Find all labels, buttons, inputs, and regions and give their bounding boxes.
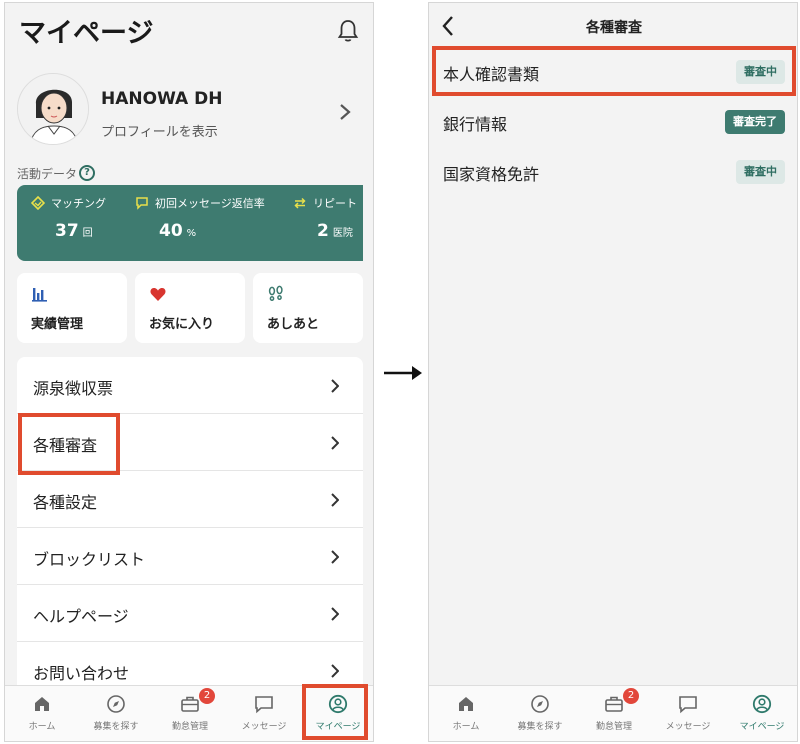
menu-item-label: ブロックリスト — [33, 550, 146, 569]
settings-menu: 源泉徴収票 各種審査 各種設定 ブロックリスト ヘルプページ お問い合わせ — [17, 357, 363, 699]
chevron-right-icon — [331, 664, 339, 678]
profile-name: HANOWA DH — [101, 89, 223, 109]
review-item-label: 銀行情報 — [443, 115, 508, 134]
menu-item-label: 各種設定 — [33, 493, 98, 512]
review-item-license[interactable]: 国家資格免許 審査中 — [429, 147, 797, 197]
handshake-icon — [31, 196, 45, 210]
briefcase-icon — [181, 696, 199, 712]
profile-row[interactable]: HANOWA DH プロフィールを表示 — [17, 73, 367, 157]
tab-search-jobs[interactable]: 募集を探す — [503, 686, 577, 741]
tab-label: ホーム — [452, 722, 480, 732]
avatar-illustration-icon — [18, 74, 88, 144]
stat-label: マッチング — [51, 197, 106, 210]
tab-messages[interactable]: メッセージ — [227, 686, 301, 741]
footprints-icon — [268, 285, 283, 302]
tab-search-jobs[interactable]: 募集を探す — [79, 686, 153, 741]
stat-value: 2 — [317, 221, 329, 241]
tab-home[interactable]: ホーム — [429, 686, 503, 741]
menu-item-label: お問い合わせ — [33, 664, 130, 683]
highlight-box-reviews — [18, 413, 120, 475]
review-item-bank[interactable]: 銀行情報 審査完了 — [429, 97, 797, 147]
review-item-label: 国家資格免許 — [443, 165, 540, 184]
chevron-right-icon — [340, 104, 351, 120]
heart-icon — [150, 288, 166, 301]
stat-label: リピート — [313, 197, 357, 210]
briefcase-icon — [605, 696, 623, 712]
menu-item-settings[interactable]: 各種設定 — [17, 471, 363, 528]
menu-item-withholding[interactable]: 源泉徴収票 — [17, 357, 363, 414]
card-label: お気に入り — [149, 317, 215, 332]
tab-label: マイページ — [739, 722, 785, 732]
mypage-screen: マイページ HANOWA DH プロフィールを表示 活動データ ? マッチング … — [4, 2, 374, 742]
message-reply-icon — [136, 197, 148, 210]
reviews-screen: 各種審査 本人確認書類 審査中 銀行情報 審査完了 国家資格免許 審査中 ホーム… — [428, 2, 798, 742]
stat-unit: 回 — [82, 228, 93, 239]
notification-badge: 2 — [623, 688, 639, 704]
stat-value: 37 — [55, 221, 79, 241]
activity-stats-panel[interactable]: マッチング 37 回 初回メッセージ返信率 40% リピート 2 医院 — [17, 185, 363, 261]
card-footprints[interactable]: あしあと — [253, 273, 363, 343]
bell-icon[interactable] — [337, 19, 359, 43]
chevron-right-icon — [331, 607, 339, 621]
tab-attendance[interactable]: 2 勤怠管理 — [577, 686, 651, 741]
stat-label: 初回メッセージ返信率 — [155, 197, 265, 210]
page-title: マイページ — [19, 18, 154, 49]
status-badge: 審査中 — [736, 160, 785, 184]
repeat-icon — [294, 197, 306, 209]
help-icon[interactable]: ? — [79, 165, 95, 181]
highlight-box-mypage-tab — [302, 684, 368, 740]
stat-reply-rate: 初回メッセージ返信率 40% — [135, 195, 265, 241]
chevron-right-icon — [331, 550, 339, 564]
tab-label: 募集を探す — [93, 722, 139, 732]
compass-icon — [107, 695, 125, 713]
card-label: あしあと — [267, 317, 320, 332]
tab-label: 勤怠管理 — [595, 722, 632, 732]
card-label: 実績管理 — [31, 317, 84, 332]
message-icon — [679, 696, 697, 714]
tab-messages[interactable]: メッセージ — [651, 686, 725, 741]
mypage-header: マイページ — [5, 3, 373, 55]
tab-label: メッセージ — [241, 722, 287, 732]
tab-home[interactable]: ホーム — [5, 686, 79, 741]
compass-icon — [531, 695, 549, 713]
home-icon — [35, 697, 49, 711]
bar-chart-icon — [32, 288, 47, 302]
profile-link[interactable]: プロフィールを表示 — [101, 121, 218, 140]
menu-item-label: 源泉徴収票 — [33, 379, 114, 398]
stat-unit: 医院 — [332, 228, 353, 239]
chevron-right-icon — [331, 379, 339, 393]
card-performance[interactable]: 実績管理 — [17, 273, 127, 343]
stat-value: 40 — [159, 221, 183, 241]
shortcut-cards: 実績管理 お気に入り あしあと — [17, 273, 367, 343]
card-favorites[interactable]: お気に入り — [135, 273, 245, 343]
chevron-right-icon — [331, 436, 339, 450]
page-title: 各種審査 — [586, 20, 642, 36]
notification-badge: 2 — [199, 688, 215, 704]
screenshot-canvas: マイページ HANOWA DH プロフィールを表示 活動データ ? マッチング … — [0, 0, 800, 744]
tab-label: 勤怠管理 — [171, 722, 208, 732]
avatar — [17, 73, 89, 145]
reviews-header: 各種審査 — [429, 3, 797, 47]
activity-label: 活動データ — [17, 167, 78, 181]
arrow-right-icon — [384, 366, 422, 380]
stat-matching: マッチング 37 回 — [31, 195, 106, 241]
menu-item-help[interactable]: ヘルプページ — [17, 585, 363, 642]
tab-attendance[interactable]: 2 勤怠管理 — [153, 686, 227, 741]
menu-item-label: ヘルプページ — [33, 607, 129, 626]
chevron-right-icon — [331, 493, 339, 507]
user-circle-icon — [752, 694, 772, 714]
status-badge: 審査完了 — [725, 110, 785, 134]
tab-mypage[interactable]: マイページ — [725, 686, 797, 741]
highlight-box-identity — [432, 46, 796, 96]
bottom-tab-bar: ホーム 募集を探す 2 勤怠管理 メッセージ マイページ — [429, 685, 797, 741]
home-icon — [459, 697, 473, 711]
message-icon — [255, 696, 273, 714]
tab-label: 募集を探す — [517, 722, 563, 732]
menu-item-blocklist[interactable]: ブロックリスト — [17, 528, 363, 585]
tab-label: メッセージ — [665, 722, 711, 732]
tab-label: ホーム — [28, 722, 56, 732]
stat-unit: % — [186, 228, 197, 239]
stat-repeat: リピート 2 医院 — [293, 195, 357, 241]
